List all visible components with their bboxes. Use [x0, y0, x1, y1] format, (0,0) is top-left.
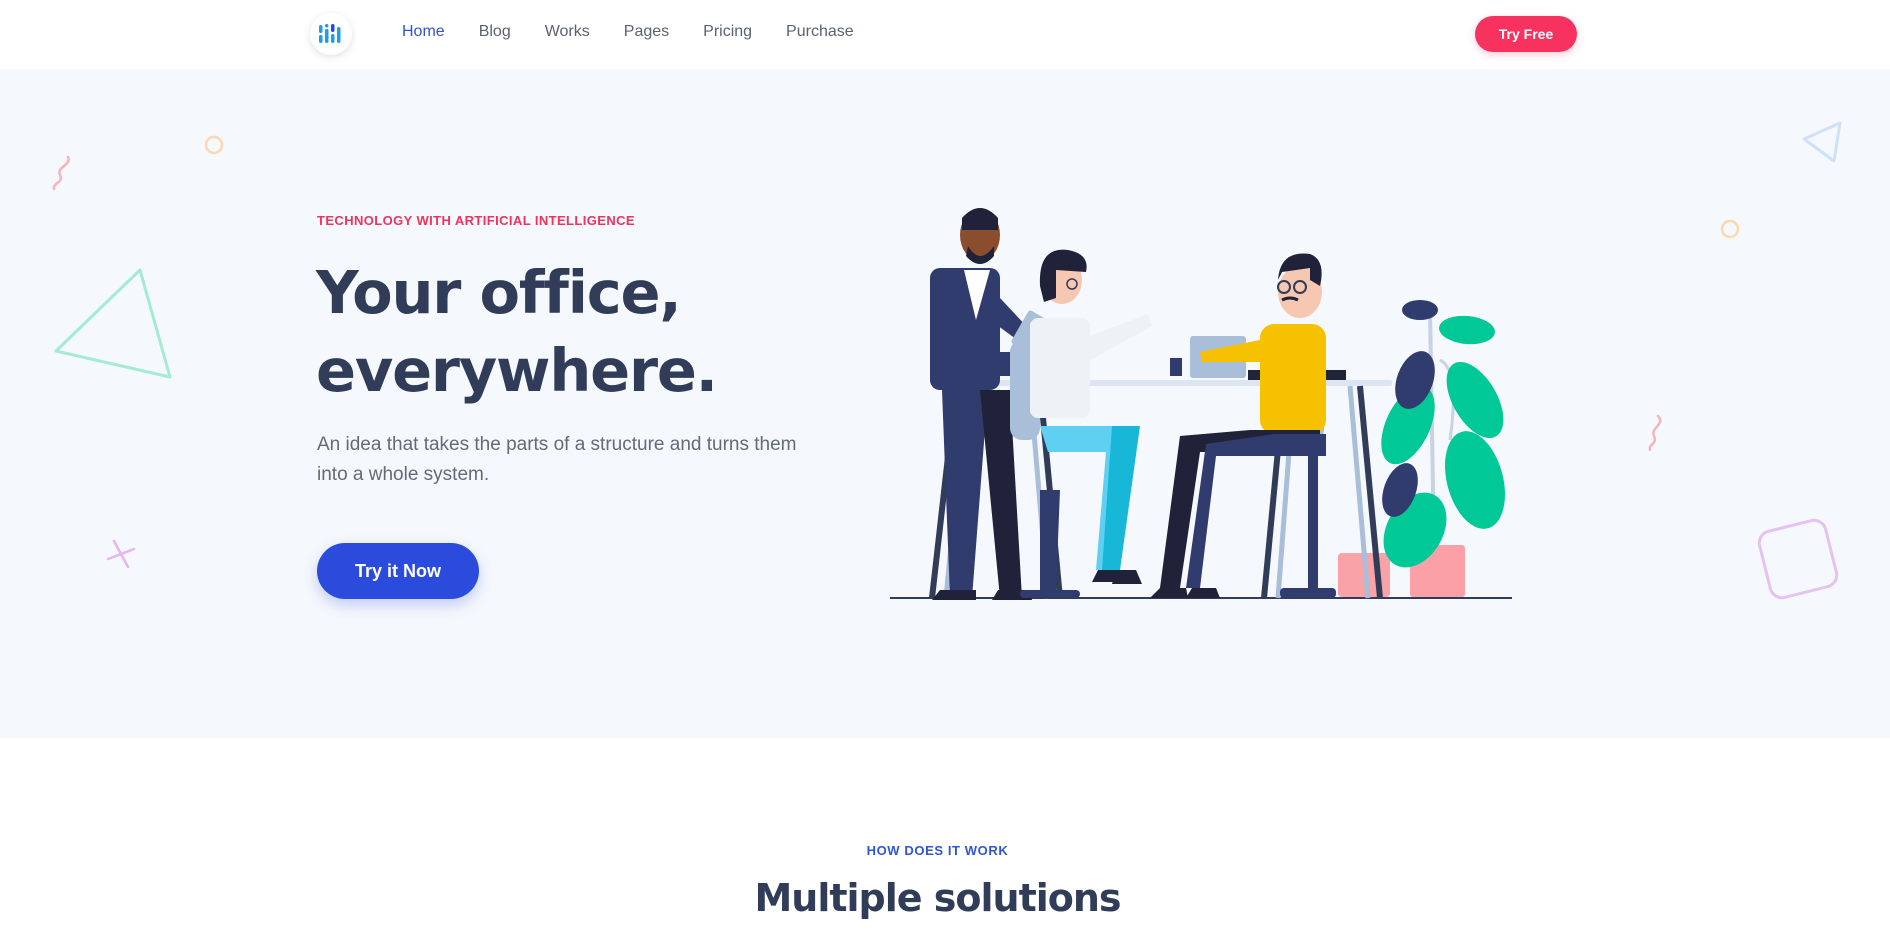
hero-section: TECHNOLOGY WITH ARTIFICIAL INTELLIGENCE … — [0, 69, 1890, 738]
nav-item-home[interactable]: Home — [402, 23, 445, 41]
section-title: Multiple solutions — [754, 876, 1121, 920]
seated-woman-figure — [1010, 249, 1152, 598]
logo-icon[interactable] — [310, 13, 352, 55]
page: Home Blog Works Pages Pricing Purchase T… — [0, 0, 1890, 940]
squiggle-shape-icon — [52, 155, 70, 191]
try-free-button[interactable]: Try Free — [1475, 16, 1577, 52]
cross-shape-icon — [106, 539, 136, 569]
rounded-square-icon — [1757, 518, 1839, 600]
nav-item-purchase[interactable]: Purchase — [786, 23, 854, 41]
small-circle-icon — [1720, 219, 1740, 239]
nav-item-pricing[interactable]: Pricing — [703, 23, 752, 41]
nav-item-pages[interactable]: Pages — [624, 23, 669, 41]
hero-title: Your office, everywhere. — [316, 254, 836, 410]
try-it-now-button[interactable]: Try it Now — [317, 543, 479, 599]
circle-shape-icon — [204, 135, 224, 155]
hero-title-line2: everywhere. — [316, 336, 718, 405]
hero-lead: An idea that takes the parts of a struct… — [317, 434, 797, 485]
top-navbar: Home Blog Works Pages Pricing Purchase T… — [0, 0, 1890, 69]
office-team-illustration — [890, 208, 1512, 600]
section-eyebrow: HOW DOES IT WORK — [866, 843, 1009, 858]
seated-man-figure — [1150, 253, 1336, 598]
triangle-outline-icon — [1802, 121, 1842, 163]
main-nav: Home Blog Works Pages Pricing Purchase — [402, 23, 888, 41]
hero-eyebrow: TECHNOLOGY WITH ARTIFICIAL INTELLIGENCE — [317, 213, 635, 228]
squiggle-right-icon — [1648, 414, 1662, 452]
triangle-shape-icon — [54, 268, 172, 379]
nav-item-blog[interactable]: Blog — [479, 23, 511, 41]
nav-item-works[interactable]: Works — [545, 23, 590, 41]
hero-title-line1: Your office, — [316, 258, 682, 327]
